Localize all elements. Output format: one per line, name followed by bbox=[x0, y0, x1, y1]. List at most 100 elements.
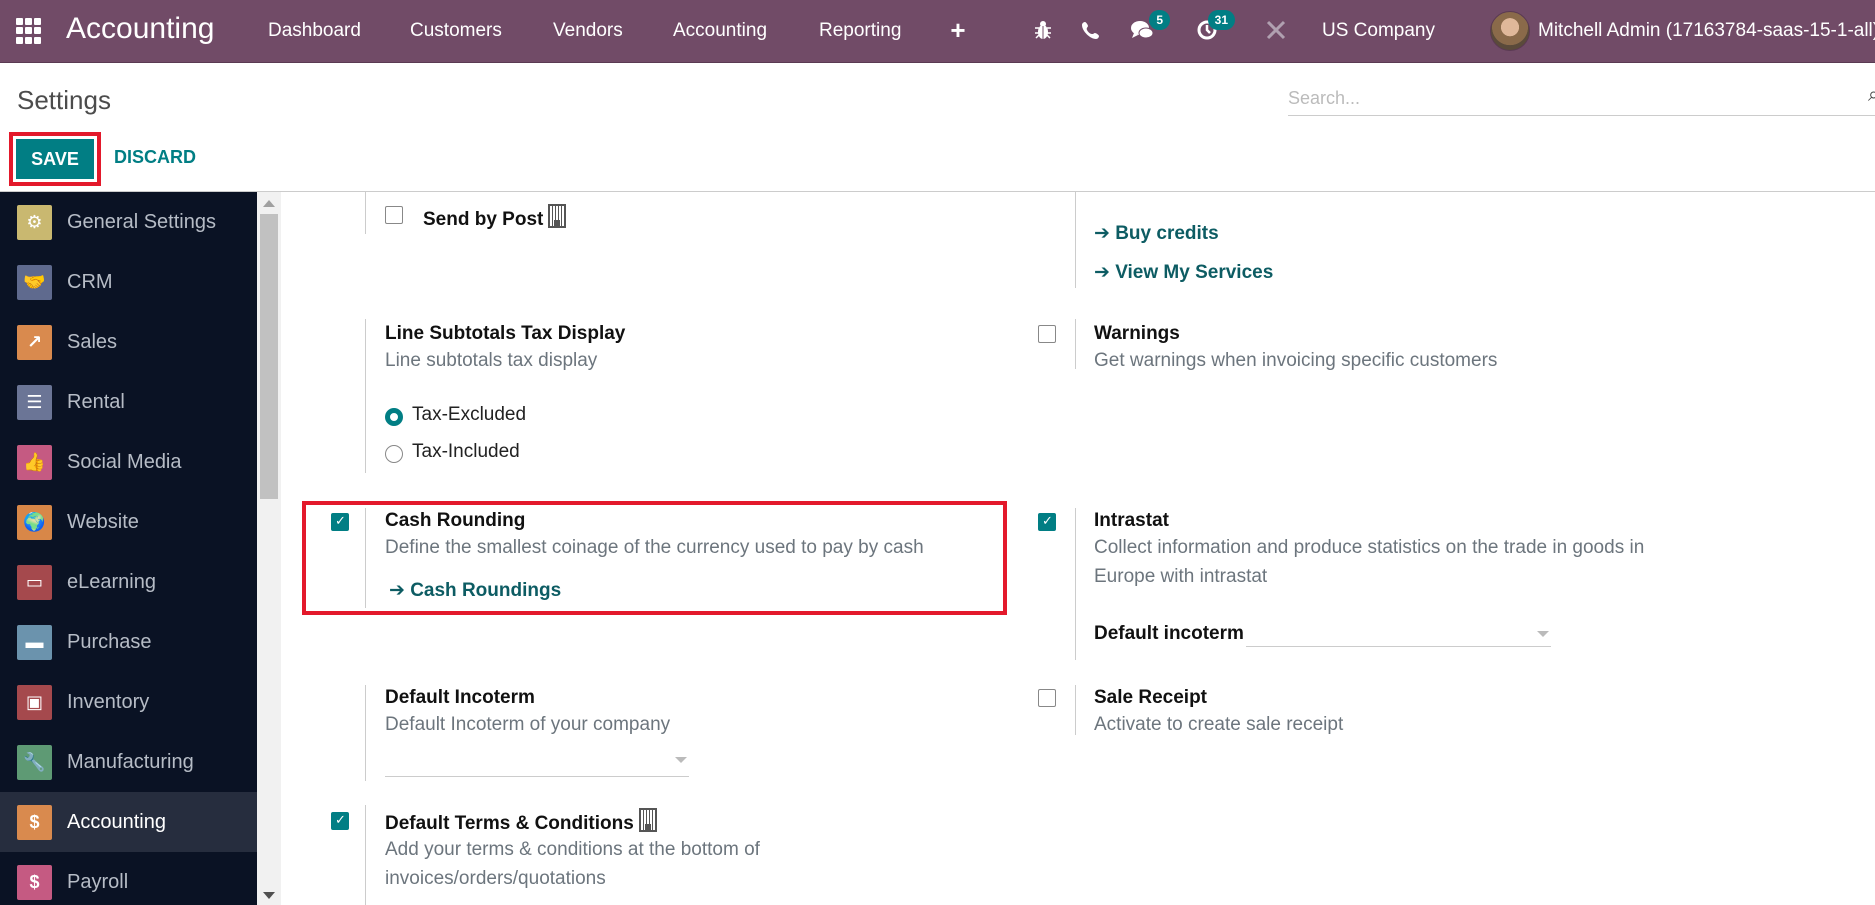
sidebar-item-crm[interactable]: 🤝 CRM bbox=[0, 252, 257, 312]
view-my-services-text: View My Services bbox=[1115, 262, 1274, 283]
divider bbox=[365, 319, 366, 473]
plus-icon[interactable]: + bbox=[944, 15, 972, 45]
warnings-desc: Get warnings when invoicing specific cus… bbox=[1094, 350, 1498, 371]
default-terms-desc-line1: Add your terms & conditions at the botto… bbox=[385, 839, 760, 860]
credit-card-icon: ▬ bbox=[17, 624, 52, 660]
intrastat-desc-line1: Collect information and produce statisti… bbox=[1094, 537, 1645, 558]
sale-receipt-checkbox[interactable] bbox=[1038, 689, 1056, 707]
rental-icon: ☰ bbox=[17, 384, 52, 420]
sidebar-item-label: General Settings bbox=[67, 210, 216, 233]
sidebar-scrollbar[interactable] bbox=[257, 192, 281, 905]
gear-icon: ⚙ bbox=[17, 204, 52, 240]
thumbs-up-icon: 👍 bbox=[17, 444, 52, 480]
sidebar-item-label: Sales bbox=[67, 330, 118, 353]
divider bbox=[365, 508, 366, 608]
tax-excluded-radio[interactable] bbox=[385, 408, 403, 426]
divider bbox=[365, 805, 366, 905]
sidebar-item-sales[interactable]: ↗ Sales bbox=[0, 312, 257, 372]
menu-customers[interactable]: Customers bbox=[410, 20, 502, 42]
buy-credits-text: Buy credits bbox=[1115, 223, 1219, 244]
settings-sidebar: ⚙ General Settings 🤝 CRM ↗ Sales ☰ Renta… bbox=[0, 192, 257, 905]
default-terms-desc-line2: invoices/orders/quotations bbox=[385, 868, 606, 889]
search-icon[interactable]: ⌕ bbox=[1868, 84, 1875, 107]
top-navbar: Accounting Dashboard Customers Vendors A… bbox=[0, 0, 1875, 63]
tax-excluded-label[interactable]: Tax-Excluded bbox=[412, 404, 526, 426]
sidebar-item-rental[interactable]: ☰ Rental bbox=[0, 372, 257, 432]
user-menu[interactable]: Mitchell Admin (17163784-saas-15-1-all) bbox=[1538, 20, 1875, 42]
sidebar-item-payroll[interactable]: $ Payroll bbox=[0, 852, 257, 905]
sidebar-item-purchase[interactable]: ▬ Purchase bbox=[0, 612, 257, 672]
discard-button[interactable]: DISCARD bbox=[114, 147, 196, 168]
app-name[interactable]: Accounting bbox=[66, 12, 214, 46]
intrastat-default-incoterm-label: Default incoterm bbox=[1094, 623, 1244, 644]
messages-badge: 5 bbox=[1149, 10, 1170, 30]
sidebar-item-website[interactable]: 🌍 Website bbox=[0, 492, 257, 552]
search-input[interactable] bbox=[1288, 82, 1875, 116]
activity-clock-icon[interactable]: 31 bbox=[1193, 10, 1235, 44]
cash-rounding-desc: Define the smallest coinage of the curre… bbox=[385, 537, 924, 558]
default-terms-text: Default Terms & Conditions bbox=[385, 813, 634, 834]
menu-dashboard[interactable]: Dashboard bbox=[268, 20, 361, 42]
bug-icon[interactable] bbox=[1029, 16, 1057, 44]
user-avatar[interactable] bbox=[1490, 11, 1530, 51]
presentation-icon: ▭ bbox=[17, 564, 52, 600]
view-my-services-link[interactable]: ➔ View My Services bbox=[1094, 261, 1273, 284]
sidebar-item-label: CRM bbox=[67, 270, 113, 293]
sidebar-item-elearning[interactable]: ▭ eLearning bbox=[0, 552, 257, 612]
save-button[interactable]: SAVE bbox=[16, 139, 94, 179]
sidebar-item-label: Accounting bbox=[67, 810, 166, 833]
sale-receipt-desc: Activate to create sale receipt bbox=[1094, 714, 1344, 735]
warnings-checkbox[interactable] bbox=[1038, 325, 1056, 343]
activities-badge: 31 bbox=[1207, 10, 1235, 30]
cash-rounding-title: Cash Rounding bbox=[385, 510, 526, 531]
default-terms-title: Default Terms & Conditions bbox=[385, 808, 657, 835]
scroll-up-arrow-icon[interactable] bbox=[263, 200, 275, 207]
cash-roundings-text: Cash Roundings bbox=[410, 580, 562, 601]
buy-credits-link[interactable]: ➔ Buy credits bbox=[1094, 222, 1219, 245]
settings-content: Send by Post ➔ Buy credits ➔ View My Ser… bbox=[281, 192, 1875, 905]
default-incoterm-desc: Default Incoterm of your company bbox=[385, 714, 671, 735]
box-icon: ▣ bbox=[17, 684, 52, 720]
default-incoterm-select[interactable] bbox=[385, 747, 689, 777]
app-grid-icon[interactable] bbox=[16, 18, 42, 44]
cash-rounding-checkbox[interactable] bbox=[331, 513, 349, 531]
chat-icon[interactable]: 5 bbox=[1128, 10, 1170, 44]
invoice-dollar-icon: $ bbox=[17, 804, 52, 840]
sidebar-item-manufacturing[interactable]: 🔧 Manufacturing bbox=[0, 732, 257, 792]
intrastat-desc-line2: Europe with intrastat bbox=[1094, 566, 1268, 587]
tax-included-radio[interactable] bbox=[385, 445, 403, 463]
intrastat-checkbox[interactable] bbox=[1038, 513, 1056, 531]
divider bbox=[365, 192, 366, 234]
divider bbox=[1075, 319, 1076, 369]
scroll-down-arrow-icon[interactable] bbox=[263, 892, 275, 899]
scroll-thumb[interactable] bbox=[260, 214, 278, 499]
company-switcher[interactable]: US Company bbox=[1322, 20, 1435, 42]
intrastat-default-incoterm-select[interactable] bbox=[1246, 617, 1551, 647]
menu-vendors[interactable]: Vendors bbox=[553, 20, 623, 42]
building-icon bbox=[548, 204, 567, 228]
menu-reporting[interactable]: Reporting bbox=[819, 20, 901, 42]
sidebar-item-label: eLearning bbox=[67, 570, 156, 593]
intrastat-title: Intrastat bbox=[1094, 510, 1169, 531]
tools-icon[interactable] bbox=[1262, 16, 1290, 44]
menu-accounting[interactable]: Accounting bbox=[673, 20, 767, 42]
sidebar-item-label: Purchase bbox=[67, 630, 152, 653]
sidebar-item-inventory[interactable]: ▣ Inventory bbox=[0, 672, 257, 732]
payroll-icon: $ bbox=[17, 864, 52, 900]
chevron-down-icon bbox=[1537, 631, 1549, 637]
default-terms-checkbox[interactable] bbox=[331, 812, 349, 830]
building-icon bbox=[638, 808, 657, 832]
sidebar-item-social-media[interactable]: 👍 Social Media bbox=[0, 432, 257, 492]
line-subtotals-title: Line Subtotals Tax Display bbox=[385, 323, 626, 344]
sidebar-item-label: Payroll bbox=[67, 870, 129, 893]
sidebar-item-label: Manufacturing bbox=[67, 750, 194, 773]
sidebar-item-general-settings[interactable]: ⚙ General Settings bbox=[0, 192, 257, 252]
send-by-post-checkbox[interactable] bbox=[385, 206, 403, 224]
globe-icon: 🌍 bbox=[17, 504, 52, 540]
cash-roundings-link[interactable]: ➔ Cash Roundings bbox=[389, 579, 561, 602]
wrench-icon: 🔧 bbox=[17, 744, 52, 780]
tax-included-label[interactable]: Tax-Included bbox=[412, 441, 520, 463]
sidebar-item-accounting[interactable]: $ Accounting bbox=[0, 792, 257, 852]
chart-up-icon: ↗ bbox=[17, 324, 52, 360]
phone-icon[interactable] bbox=[1077, 16, 1105, 44]
